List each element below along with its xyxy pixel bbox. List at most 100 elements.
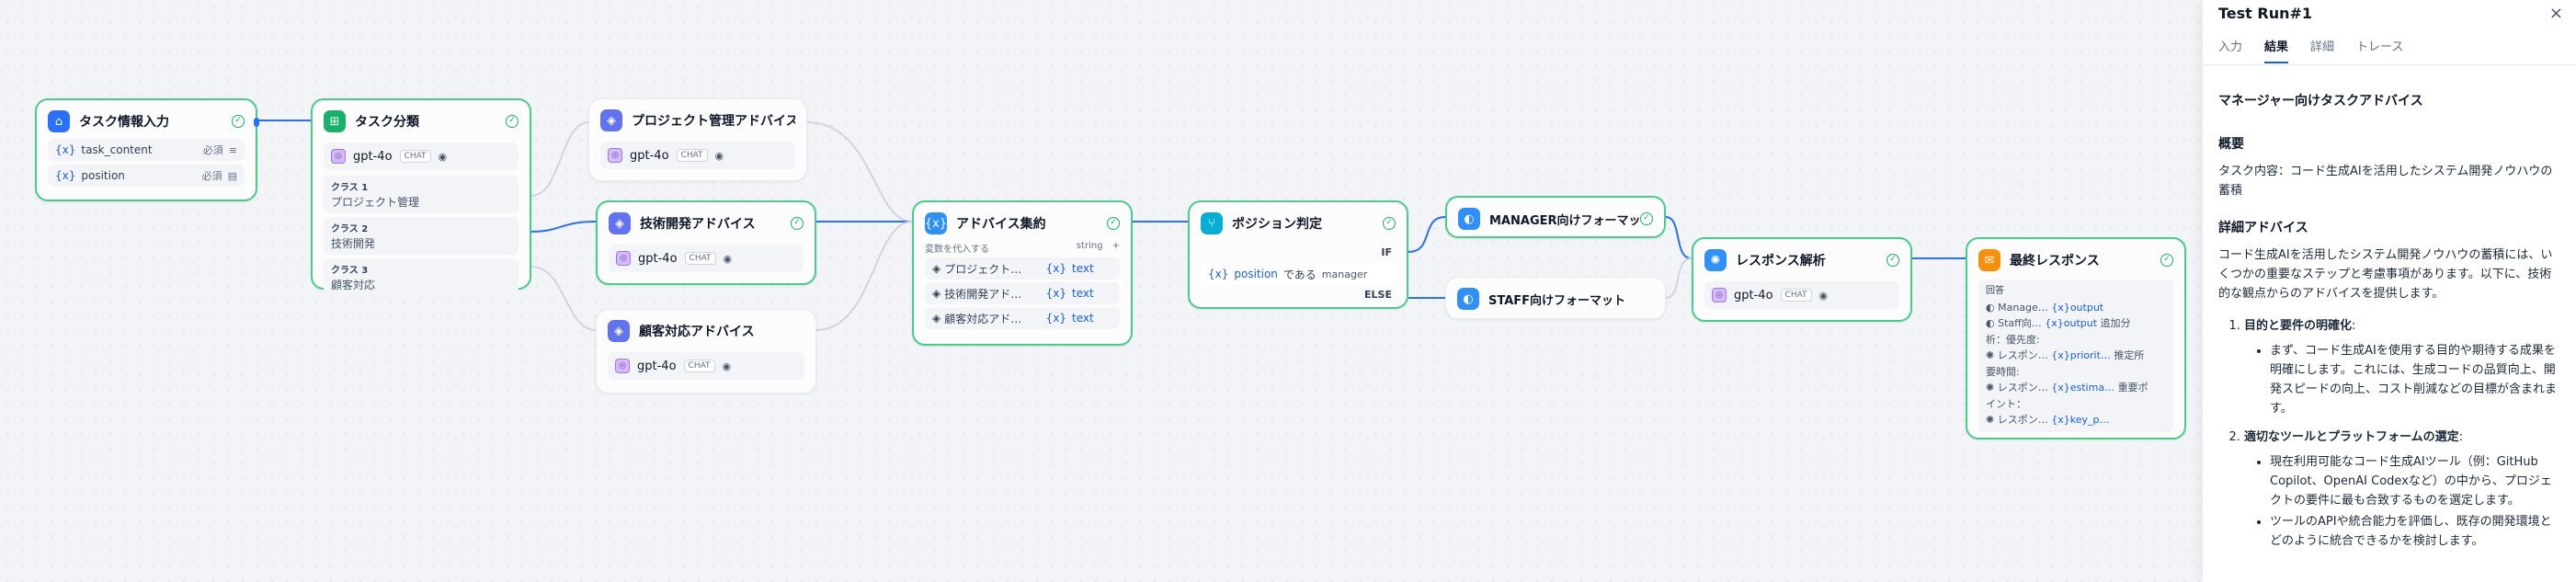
tab-divider (2203, 64, 2576, 65)
template-icon: ◐ (1457, 288, 1479, 310)
advice-item: 目的と要件の明確化: まず、コード生成AIを使用する目的や期待する成果を明確にし… (2244, 316, 2563, 418)
answer-line: 要時間: (1986, 365, 2020, 378)
advice-bullet: まず、コード生成AIを使用する目的や期待する成果を明確にします。これには、生成コ… (2270, 341, 2563, 418)
node-aggregate[interactable]: {x} アドバイス集約 ✓ 変数を代入する string + ◈ プロジェクト…… (912, 200, 1133, 346)
vision-icon: ◉ (1818, 289, 1829, 302)
node-position-judge[interactable]: ⑂ ポジション判定 ✓ IF {x} position である manager … (1188, 200, 1408, 309)
vision-icon: ◉ (723, 252, 733, 265)
workflow-canvas[interactable]: ⌂ タスク情報入力 ✓ {x} task_content 必須 ≡ {x} po… (0, 0, 2202, 582)
openai-icon: ◎ (616, 251, 631, 266)
test-run-panel: Test Run#1 × 入力 結果 詳細 トレース マネージャー向けタスクアド… (2202, 0, 2576, 582)
result-heading: マネージャー向けタスクアドバイス (2218, 94, 2423, 108)
openai-icon: ◎ (615, 359, 630, 373)
llm-small-icon: ◈ (932, 287, 941, 300)
node-task-classify[interactable]: ⊞ タスク分類 ✓ ◎ gpt-4o CHAT ◉ クラス 1 プロジェクト管理… (311, 98, 531, 296)
parameter-extractor-icon: ✺ (1704, 249, 1727, 271)
node-response-parse[interactable]: ✺ レスポンス解析 ✓ ◎ gpt-4o CHAT ◉ (1692, 237, 1912, 322)
class-item: クラス 1 プロジェクト管理 (324, 176, 519, 213)
else-label: ELSE (1364, 289, 1392, 301)
variable-icon: {x} (55, 143, 76, 156)
panel-tabs: 入力 結果 詳細 トレース (2218, 37, 2403, 63)
answer-line: ✺ レスポン… {x}estima… 重要ポ (1986, 382, 2149, 394)
llm-icon: ◈ (600, 109, 622, 131)
node-cs-advice[interactable]: ◈ 顧客対応アドバイス ◎ gpt-4o CHAT ◉ (596, 309, 816, 394)
edge-pm-agg (806, 121, 913, 223)
answer-line: ◐ Manage… {x}output (1986, 301, 2104, 314)
input-var-row: {x} position 必須 ▤ (48, 165, 245, 187)
aggregate-row: ◈ プロジェクト… {x} text (925, 257, 1120, 280)
result-content: マネージャー向けタスクアドバイス 概要 タスク内容：コード生成AIを活用したシス… (2218, 92, 2563, 560)
condition-row: {x} position である manager (1201, 263, 1396, 285)
variable-aggregator-icon: {x} (925, 212, 947, 234)
tab-detail[interactable]: 詳細 (2310, 37, 2334, 63)
if-label: IF (1381, 246, 1392, 258)
node-pm-advice[interactable]: ◈ プロジェクト管理アドバイス ◎ gpt-4o CHAT ◉ (588, 98, 807, 181)
model-selector[interactable]: ◎ gpt-4o CHAT ◉ (600, 142, 795, 169)
close-button[interactable]: × (2549, 4, 2563, 23)
llm-icon: ◈ (609, 212, 631, 234)
output-port[interactable] (254, 118, 259, 127)
detail-title: 詳細アドバイス (2218, 221, 2308, 235)
success-check-icon: ✓ (791, 217, 804, 230)
success-check-icon: ✓ (232, 115, 245, 128)
answer-line: ✺ レスポン… {x}key_p… (1986, 414, 2110, 426)
edge-classify-pm (530, 121, 589, 197)
edge-staff-parse (1665, 257, 1693, 299)
answer-line: ◐ Staff向… {x}output 追加分 (1986, 317, 2131, 329)
advice-item: 適切なツールとプラットフォームの選定: 現在利用可能なコード生成AIツール（例：… (2244, 428, 2563, 551)
variable-icon: {x} (1045, 262, 1066, 275)
answer-icon: ✉ (1978, 249, 2000, 271)
parameter-extractor-icon: ✺ (1986, 382, 1998, 394)
class-item: クラス 2 技術開発 (324, 217, 519, 255)
node-final-response[interactable]: ✉ 最終レスポンス ✓ 回答 ◐ Manage… {x}output ◐ Sta… (1966, 237, 2186, 439)
tab-input[interactable]: 入力 (2218, 37, 2242, 63)
add-variable-button[interactable]: + (1112, 241, 1120, 255)
panel-title: Test Run#1 (2218, 5, 2313, 22)
overview-title: 概要 (2218, 137, 2244, 152)
model-selector[interactable]: ◎ gpt-4o CHAT ◉ (608, 352, 804, 380)
openai-icon: ◎ (608, 148, 622, 163)
advice-bullet: ツールのAPIや統合能力を評価し、既存の開発環境とどのように統合できるかを検討し… (2270, 512, 2563, 551)
llm-small-icon: ◈ (932, 312, 941, 325)
classifier-icon: ⊞ (324, 110, 346, 132)
variable-icon: {x} (55, 169, 76, 182)
success-check-icon: ✓ (506, 115, 519, 128)
if-else-icon: ⑂ (1201, 212, 1223, 234)
vision-icon: ◉ (714, 149, 724, 162)
vision-icon: ◉ (438, 150, 448, 163)
node-title: タスク情報入力 (79, 115, 169, 130)
edge-classify-tech (530, 221, 597, 233)
llm-small-icon: ◈ (932, 262, 941, 275)
vision-icon: ◉ (722, 359, 732, 372)
tab-trace[interactable]: トレース (2356, 37, 2403, 63)
model-selector[interactable]: ◎ gpt-4o CHAT ◉ (324, 143, 519, 170)
variable-icon: {x} (1045, 287, 1066, 300)
openai-icon: ◎ (1712, 288, 1727, 302)
detail-text: コード生成AIを活用したシステム開発ノウハウの蓄積には、いくつかの重要なステップ… (2218, 248, 2553, 301)
class-item: クラス 3 顧客対応 (324, 258, 519, 296)
select-type-icon: ▤ (227, 169, 237, 182)
template-icon: ◐ (1986, 317, 1999, 329)
template-icon: ◐ (1458, 208, 1480, 230)
node-staff-format[interactable]: ◐ STAFF向けフォーマット (1445, 277, 1666, 319)
advice-bullet: 現在利用可能なコード生成AIツール（例：GitHub Copilot、OpenA… (2270, 452, 2563, 510)
openai-icon: ◎ (331, 149, 346, 164)
answer-line: イント： (1986, 397, 2026, 410)
tab-result[interactable]: 結果 (2264, 37, 2289, 63)
node-manager-format[interactable]: ◐ MANAGER向けフォーマット ✓ (1445, 196, 1666, 238)
answer-line: ✺ レスポン… {x}priorit… 推定所 (1986, 349, 2145, 361)
parameter-extractor-icon: ✺ (1986, 349, 1998, 361)
variable-icon: {x} (1208, 268, 1229, 280)
node-task-input[interactable]: ⌂ タスク情報入力 ✓ {x} task_content 必須 ≡ {x} po… (35, 98, 259, 201)
model-selector[interactable]: ◎ gpt-4o CHAT ◉ (1704, 281, 1899, 309)
success-check-icon: ✓ (1886, 254, 1899, 267)
advice-list: 目的と要件の明確化: まず、コード生成AIを使用する目的や期待する成果を明確にし… (2244, 316, 2563, 551)
home-icon: ⌂ (48, 110, 70, 132)
aggregate-row: ◈ 技術開発アド… {x} text (925, 282, 1120, 304)
success-check-icon: ✓ (2160, 254, 2173, 267)
answer-box: 回答 ◐ Manage… {x}output ◐ Staff向… {x}outp… (1978, 280, 2173, 432)
aggregate-row: ◈ 顧客対応アド… {x} text (925, 307, 1120, 329)
model-selector[interactable]: ◎ gpt-4o CHAT ◉ (609, 245, 804, 272)
node-tech-advice[interactable]: ◈ 技術開発アドバイス ✓ ◎ gpt-4o CHAT ◉ (596, 200, 816, 285)
template-icon: ◐ (1986, 301, 1999, 314)
